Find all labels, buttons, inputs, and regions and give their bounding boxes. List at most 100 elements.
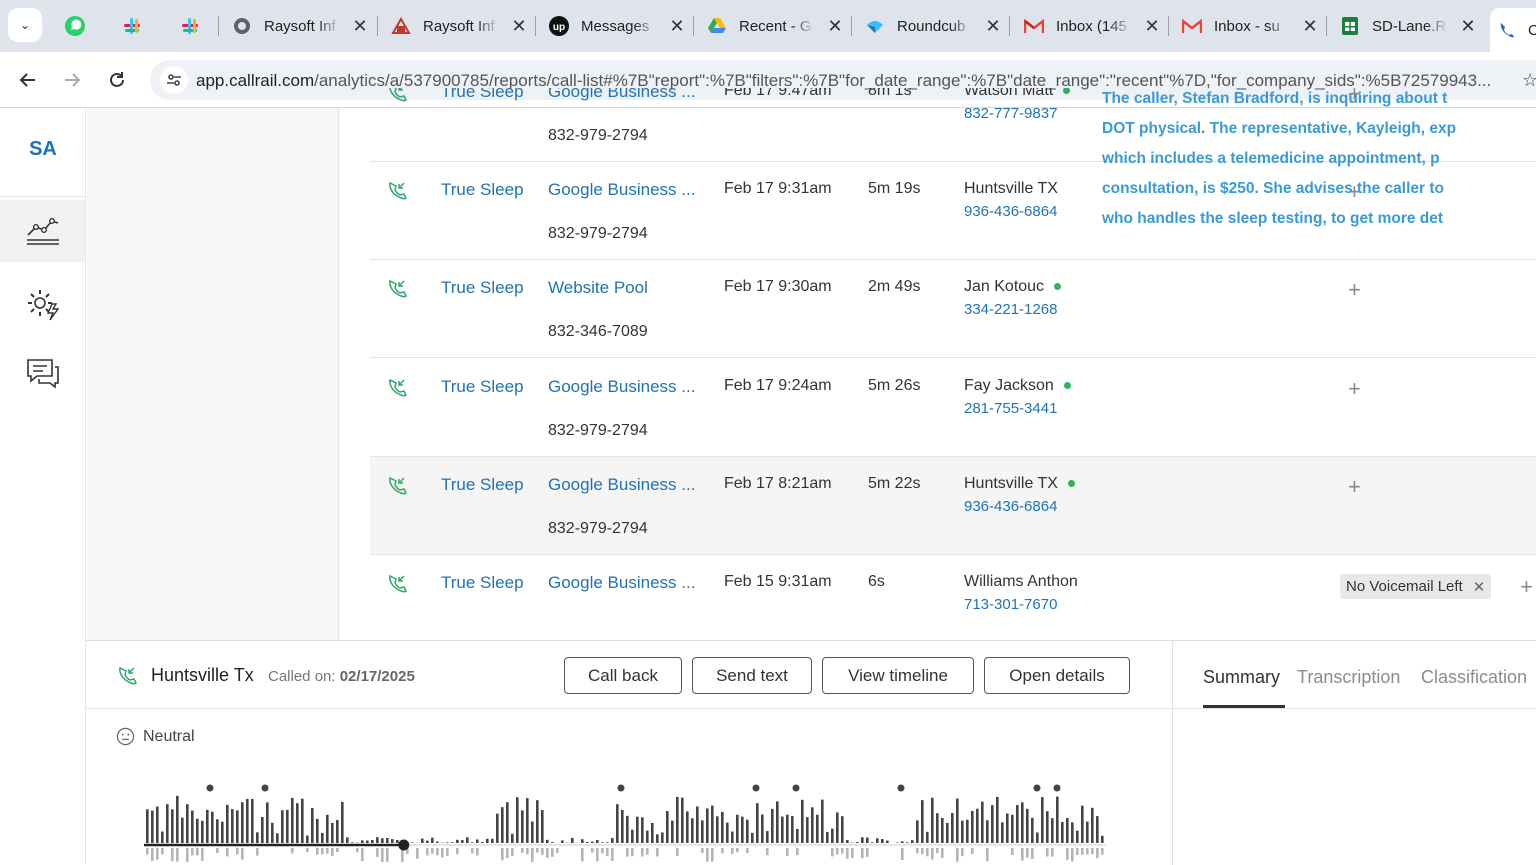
- close-tab-icon[interactable]: ✕: [1460, 16, 1476, 37]
- tab-google-sheets[interactable]: SD-Lane.R ✕: [1334, 8, 1476, 44]
- caller-name: Huntsville TX: [964, 180, 1058, 198]
- open-details-button[interactable]: Open details: [984, 657, 1130, 694]
- arrow-right-icon: [62, 70, 82, 90]
- company-link[interactable]: True Sleep: [441, 180, 524, 200]
- table-row[interactable]: True SleepGoogle Business ...832-979-279…: [370, 457, 1536, 555]
- caller-number-link[interactable]: 936-436-6864: [964, 498, 1057, 515]
- call-date: Feb 17 9:24am: [724, 377, 832, 395]
- tab-raysoft-1[interactable]: Raysoft Inf ✕: [226, 8, 368, 44]
- raysoft-icon: [391, 16, 411, 36]
- pinned-tab-slack-1[interactable]: [118, 12, 146, 40]
- call-date: Feb 15 9:31am: [724, 573, 832, 591]
- source-link[interactable]: Website Pool: [548, 278, 694, 298]
- add-tag-button[interactable]: +: [1520, 574, 1533, 600]
- close-tab-icon[interactable]: ✕: [669, 16, 685, 37]
- source-link[interactable]: Google Business ...: [548, 377, 694, 397]
- call-duration: 6s: [868, 573, 885, 591]
- summary-line: who handles the sleep testing, to get mo…: [1102, 204, 1462, 234]
- caller-name: Huntsville Tx: [151, 665, 254, 686]
- add-tag-button[interactable]: +: [1348, 277, 1361, 303]
- caller-number-link[interactable]: 832-777-9837: [964, 105, 1057, 122]
- account-logo[interactable]: SA: [0, 138, 86, 161]
- close-tab-icon[interactable]: ✕: [511, 16, 527, 37]
- callrail-icon: [1496, 20, 1516, 40]
- whatsapp-icon: [64, 15, 86, 37]
- called-on: Called on: 02/17/2025: [268, 668, 415, 685]
- table-row[interactable]: True SleepWebsite Pool832-346-7089Feb 17…: [370, 260, 1536, 358]
- tab-classification[interactable]: Classification: [1421, 667, 1527, 688]
- remove-tag-icon[interactable]: ✕: [1473, 578, 1486, 596]
- table-row[interactable]: True Sleep Google Business ... 832-979-279…: [370, 359, 1536, 457]
- tab-callrail-active[interactable]: C: [1490, 8, 1536, 52]
- back-button[interactable]: [12, 64, 44, 96]
- add-tag-button[interactable]: +: [1348, 376, 1361, 402]
- company-link[interactable]: True Sleep: [441, 573, 524, 593]
- summary-line: DOT physical. The representative, Kaylei…: [1102, 114, 1462, 144]
- tab-summary[interactable]: Summary: [1203, 667, 1280, 688]
- call-back-button[interactable]: Call back: [564, 657, 682, 694]
- caller-name-text: Watson Matt: [964, 88, 1053, 99]
- close-tab-icon[interactable]: ✕: [985, 16, 1001, 37]
- source-link[interactable]: Google Business ...: [548, 180, 694, 200]
- new-caller-dot: [1068, 480, 1075, 487]
- slack-icon: [179, 15, 201, 37]
- company-link[interactable]: True Sleep: [441, 88, 524, 102]
- sidebar-item-messages[interactable]: [0, 342, 86, 404]
- view-timeline-button[interactable]: View timeline: [822, 657, 974, 694]
- add-tag-button[interactable]: +: [1348, 474, 1361, 500]
- sidebar-item-analytics[interactable]: [0, 200, 85, 262]
- company-link[interactable]: True Sleep: [441, 377, 524, 397]
- tab-gmail-inbox-2[interactable]: Inbox - su ✕: [1176, 8, 1318, 44]
- source-link[interactable]: Google Business ...: [548, 475, 694, 495]
- tab-transcription[interactable]: Transcription: [1297, 667, 1400, 688]
- site-settings-icon[interactable]: [160, 66, 188, 94]
- tab-title: Messages: [581, 18, 657, 35]
- tracking-number: 832-979-2794: [548, 422, 648, 440]
- company-link[interactable]: True Sleep: [441, 278, 524, 298]
- tab-gmail-inbox-1[interactable]: Inbox (145 ✕: [1018, 8, 1160, 44]
- close-tab-icon[interactable]: ✕: [1302, 16, 1318, 37]
- inbound-call-icon: [386, 88, 408, 104]
- call-tag: No Voicemail Left✕: [1340, 574, 1491, 599]
- source-link[interactable]: Google Business ...: [548, 573, 694, 593]
- sidebar-item-settings[interactable]: [0, 273, 86, 335]
- google-sheets-icon: [1340, 16, 1360, 36]
- neutral-face-icon: [116, 727, 135, 746]
- caller-number-link[interactable]: 936-436-6864: [964, 203, 1057, 220]
- pinned-tab-slack-2[interactable]: [176, 12, 204, 40]
- tracking-number: 832-979-2794: [548, 225, 648, 243]
- new-caller-dot: [1063, 88, 1070, 94]
- tab-title: Inbox (145: [1056, 18, 1132, 35]
- sentiment-label: Neutral: [143, 728, 195, 746]
- source-link[interactable]: Google Business ...: [548, 88, 694, 102]
- pinned-tab-whatsapp[interactable]: [61, 12, 89, 40]
- call-date: Feb 17 9:30am: [724, 278, 832, 296]
- call-date: Feb 17 9:31am: [724, 180, 832, 198]
- caller-name-text: Huntsville TX: [964, 180, 1058, 197]
- tab-raysoft-2[interactable]: Raysoft Inf ✕: [385, 8, 527, 44]
- audio-waveform-player[interactable]: [144, 776, 1114, 865]
- caller-name-text: Williams Anthon: [964, 573, 1078, 590]
- slack-icon: [121, 15, 143, 37]
- caller-number-link[interactable]: 713-301-7670: [964, 596, 1057, 613]
- reload-button[interactable]: [101, 64, 133, 96]
- forward-button[interactable]: [56, 64, 88, 96]
- tab-google-drive[interactable]: Recent - G ✕: [701, 8, 843, 44]
- call-duration: 5m 19s: [868, 180, 920, 198]
- chat-messages-icon: [25, 357, 61, 389]
- close-tab-icon[interactable]: ✕: [1144, 16, 1160, 37]
- tab-title: Raysoft Inf: [264, 18, 340, 35]
- call-detail-header: Huntsville Tx Called on: 02/17/2025 Call…: [86, 641, 1172, 709]
- caller-number-link[interactable]: 281-755-3441: [964, 400, 1057, 417]
- call-summary-text: The caller, Stefan Bradford, is inquirin…: [1102, 84, 1462, 234]
- table-row[interactable]: True Sleep Google Business ... Feb 15 9:31…: [370, 555, 1536, 640]
- company-link[interactable]: True Sleep: [441, 475, 524, 495]
- tab-search-chevron-icon[interactable]: ⌄: [8, 8, 42, 42]
- close-tab-icon[interactable]: ✕: [352, 16, 368, 37]
- new-caller-dot: [1054, 283, 1061, 290]
- send-text-button[interactable]: Send text: [692, 657, 812, 694]
- tab-messages[interactable]: up Messages ✕: [543, 8, 685, 44]
- caller-number-link[interactable]: 334-221-1268: [964, 301, 1057, 318]
- close-tab-icon[interactable]: ✕: [827, 16, 843, 37]
- tab-roundcube[interactable]: Roundcub ✕: [859, 8, 1001, 44]
